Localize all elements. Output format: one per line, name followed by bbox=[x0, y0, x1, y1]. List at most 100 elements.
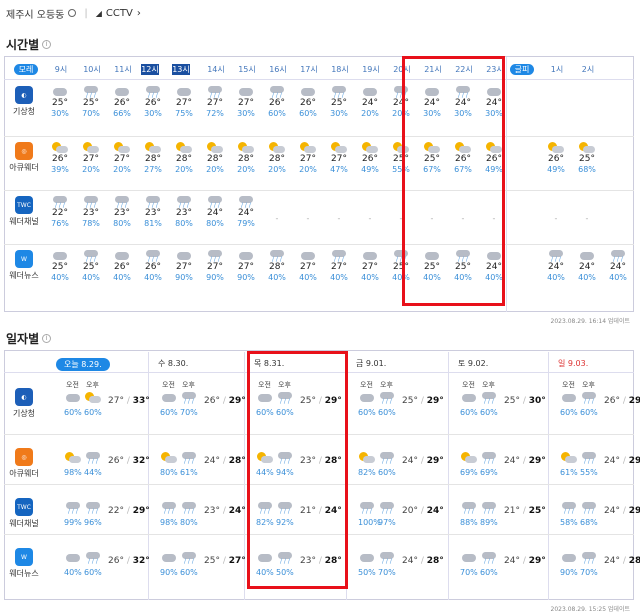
source-name: 기상청 bbox=[12, 409, 36, 418]
precip-chance: 20% bbox=[299, 165, 317, 174]
cloud-icon bbox=[113, 86, 131, 98]
rain-icon: / / / bbox=[175, 196, 193, 209]
source-name: 웨더채널 bbox=[9, 217, 39, 226]
precip-chance: 76% bbox=[51, 219, 69, 228]
highlight-box-hourly bbox=[402, 56, 505, 306]
sun-cloud-icon bbox=[330, 142, 348, 154]
temp-range: 24° / 29° bbox=[402, 456, 444, 466]
info-icon[interactable]: i bbox=[42, 40, 52, 49]
daily-title-text: 일자별 bbox=[6, 332, 40, 346]
location-target-icon[interactable] bbox=[68, 9, 77, 17]
sun-cloud-icon bbox=[113, 142, 131, 154]
cloud-icon bbox=[361, 86, 379, 98]
source-3: W 웨더뉴스 bbox=[4, 250, 44, 281]
low-temp: 20° bbox=[402, 506, 418, 516]
temp-range: 22° / 29° bbox=[108, 506, 150, 516]
temperature: 25° bbox=[83, 262, 99, 272]
day-tab[interactable]: 오늘 8.29. bbox=[56, 358, 110, 371]
rain-icon: / / / bbox=[378, 392, 396, 405]
am-precip: 60% bbox=[64, 408, 82, 417]
daily-cell: / / /61%55% 24° / 29° bbox=[556, 440, 640, 488]
day-tab[interactable]: 토 9.02. bbox=[458, 358, 488, 369]
low-temp: 26° bbox=[108, 556, 124, 566]
temp-range: 25° / 29° bbox=[402, 396, 444, 406]
pm-precip: 60% bbox=[84, 568, 102, 577]
daily-cell: / / /98% 44% 26° / 32° bbox=[60, 440, 156, 488]
rain-icon: / / / bbox=[378, 552, 396, 565]
precip-chance: 39% bbox=[51, 165, 69, 174]
pm-label: 오후 bbox=[582, 381, 595, 389]
rain-icon: / / / bbox=[378, 452, 396, 465]
temp-range: 24° / 29° bbox=[604, 506, 640, 516]
source-logo-icon: ◎ bbox=[15, 142, 33, 160]
cloud-icon bbox=[160, 392, 178, 404]
high-temp: 28° bbox=[628, 556, 640, 566]
temperature: 26° bbox=[362, 154, 378, 164]
source-name: 아큐웨더 bbox=[9, 469, 39, 478]
hourly-cell: 28° 20% bbox=[200, 142, 230, 175]
precip-chance: 20% bbox=[361, 109, 379, 118]
day-tab[interactable]: 금 9.01. bbox=[356, 358, 386, 369]
precip-chance: 80% bbox=[113, 219, 131, 228]
temperature: 24° bbox=[579, 262, 595, 272]
day-tab[interactable]: 일 9.03. bbox=[558, 358, 588, 369]
source-1: ◎ 아큐웨더 bbox=[4, 142, 44, 173]
precip-chance: 40% bbox=[330, 273, 348, 282]
temp-range: 21° / 25° bbox=[504, 506, 546, 516]
temperature: 27° bbox=[207, 98, 223, 108]
pm-precip: 89% bbox=[480, 518, 498, 527]
precip-chance: 20% bbox=[175, 165, 193, 174]
temperature: 24° bbox=[362, 98, 378, 108]
location-name[interactable]: 제주시 오등동 bbox=[6, 6, 64, 21]
high-temp: 29° bbox=[628, 506, 640, 516]
temp-range: 24° / 28° bbox=[604, 556, 640, 566]
am-label: 오전 bbox=[360, 381, 373, 389]
daily-cell: / / / / / /99% 96% 22° / 29° bbox=[60, 490, 156, 538]
high-temp: 25° bbox=[528, 506, 546, 516]
high-temp: 29° bbox=[628, 456, 640, 466]
temperature: 24° bbox=[207, 208, 223, 218]
temperature: 27° bbox=[207, 262, 223, 272]
hour-label: 11시 bbox=[114, 65, 132, 74]
hourly-cell: 27° 47% bbox=[324, 142, 354, 175]
hourly-cell: 27° 30% bbox=[231, 86, 261, 119]
source-name: 아큐웨더 bbox=[9, 163, 39, 172]
hourly-cell: 24° 40% bbox=[572, 250, 602, 283]
rain-icon: / / / bbox=[64, 502, 82, 515]
cloud-icon bbox=[64, 552, 82, 564]
temp-range: 23° / 24° bbox=[204, 506, 246, 516]
precip-chance: 90% bbox=[237, 273, 255, 282]
daily-title: 일자별 i bbox=[6, 330, 52, 347]
temperature: 26° bbox=[145, 262, 161, 272]
day-tab[interactable]: 수 8.30. bbox=[158, 358, 188, 369]
cloud-icon bbox=[160, 552, 178, 564]
hourly-cell: / / /25° 70% bbox=[76, 86, 106, 119]
hourly-cell: 26° 39% bbox=[45, 142, 75, 175]
precip-chance: 20% bbox=[268, 165, 286, 174]
hour-label: 1시 bbox=[550, 65, 564, 74]
temperature: 27° bbox=[331, 154, 347, 164]
temperature: 23° bbox=[176, 208, 192, 218]
hourly-cell: 28° 20% bbox=[231, 142, 261, 175]
day-badge[interactable]: 글피 bbox=[510, 64, 534, 75]
low-temp: 24° bbox=[402, 456, 418, 466]
pm-precip: 60% bbox=[378, 468, 396, 477]
temperature: 28° bbox=[269, 262, 285, 272]
hour-label: 15시 bbox=[238, 65, 256, 74]
precip-chance: 60% bbox=[268, 109, 286, 118]
low-temp: 24° bbox=[504, 456, 520, 466]
info-icon[interactable]: i bbox=[42, 334, 52, 343]
hourly-cell: / / /23° 81% bbox=[138, 196, 168, 229]
precip-chance: 66% bbox=[113, 109, 131, 118]
sun-cloud-icon bbox=[560, 452, 578, 464]
hourly-cell: 27° 40% bbox=[293, 250, 323, 283]
temperature: 27° bbox=[176, 98, 192, 108]
low-temp: 24° bbox=[204, 456, 220, 466]
source-logo-icon: ◐ bbox=[15, 86, 33, 104]
cctv-link[interactable]: CCTV bbox=[106, 8, 133, 19]
day-badge[interactable]: 모레 bbox=[14, 64, 38, 75]
temperature: 28° bbox=[145, 154, 161, 164]
pm-precip: 70% bbox=[378, 568, 396, 577]
daily-cell: / / / / / /88% 89% 21° / 25° bbox=[456, 490, 552, 538]
row-divider bbox=[4, 136, 634, 137]
